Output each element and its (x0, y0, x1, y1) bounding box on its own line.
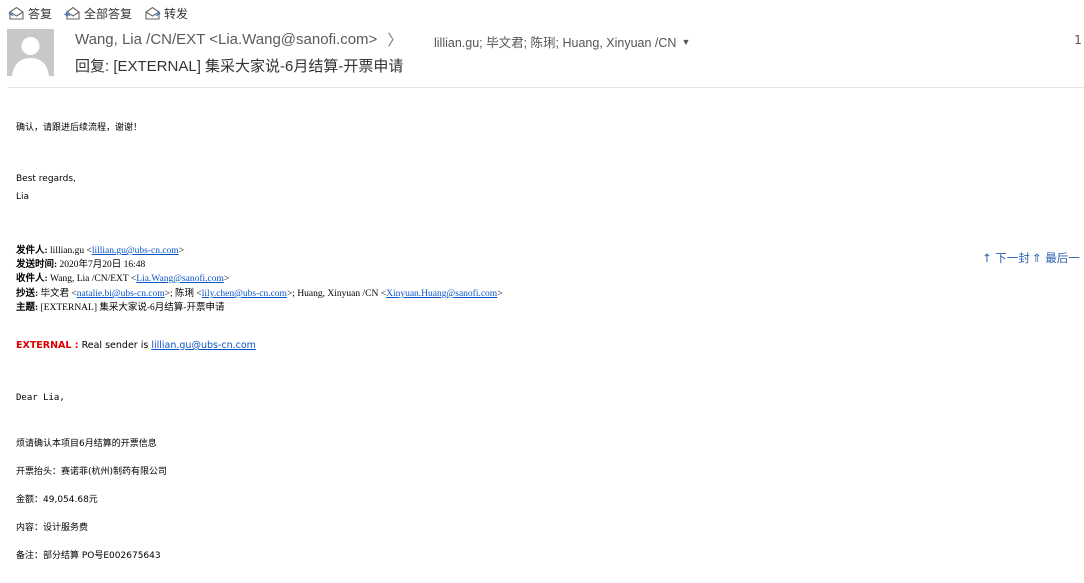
email-subject: 回复: [EXTERNAL] 集采大家说-6月结算-开票申请 (75, 58, 404, 75)
quoted-sent-label: 发送时间: (16, 260, 58, 270)
request-line: 烦请确认本项目6月结算的开票信息 (16, 439, 157, 449)
person-icon (12, 37, 49, 76)
quoted-from-label: 发件人: (16, 246, 48, 256)
quoted-from-close: > (178, 246, 185, 256)
real-sender-email-link[interactable]: lillian.gu@ubs-cn.com (151, 340, 256, 351)
avatar (7, 29, 54, 76)
reply-button[interactable]: 答复 (8, 5, 52, 22)
forward-icon (145, 6, 161, 20)
quoted-cc-sep1: >; 陈琍 < (164, 289, 202, 299)
confirm-line: 确认，请跟进后续流程，谢谢！ (16, 123, 143, 133)
quoted-to-email-link[interactable]: Lia.Wang@sanofi.com (136, 274, 224, 284)
quoted-from-email-link[interactable]: lillian.gu@ubs-cn.com (92, 246, 179, 256)
quoted-cc-label: 抄送: (16, 289, 39, 299)
quoted-to-name: Wang, Lia /CN/EXT < (50, 274, 137, 284)
content-line: 内容：设计服务费 (16, 523, 89, 533)
reply-all-button[interactable]: 全部答复 (64, 5, 132, 22)
remark-line: 备注：部分结算 PO号E002675643 (16, 551, 161, 561)
quoted-sent-line: 发送时间: 2020年7月20日 16:48 (16, 256, 145, 270)
chevron-right-icon[interactable]: 〉 (387, 29, 402, 50)
chevron-down-icon[interactable]: ▼ (681, 37, 690, 47)
quoted-sent-value: 2020年7月20日 16:48 (59, 260, 146, 270)
header-divider (8, 87, 1084, 88)
recipients-text: lillian.gu; 毕文君; 陈琍; Huang, Xinyuan /CN (434, 36, 677, 50)
quoted-from-name: lillian.gu < (50, 246, 92, 256)
quoted-cc-email-link-2[interactable]: lily.chen@ubs-cn.com (202, 289, 287, 299)
quoted-from-line: 发件人: lillian.gu <lillian.gu@ubs-cn.com> (16, 242, 184, 256)
sender-line: Wang, Lia /CN/EXT <Lia.Wang@sanofi.com> … (75, 29, 402, 49)
forward-label: 转发 (164, 6, 189, 21)
sender-name[interactable]: Wang, Lia /CN/EXT <Lia.Wang@sanofi.com> (75, 31, 377, 48)
regards-line: Best regards, (16, 174, 76, 184)
signature-line: Lia (16, 192, 30, 202)
reply-all-label: 全部答复 (84, 6, 133, 21)
external-label: EXTERNAL : (16, 340, 79, 351)
quoted-cc-sep2: >; Huang, Xinyuan /CN < (286, 289, 387, 299)
last-message-button[interactable]: ⇑ 最后一 (1032, 250, 1080, 266)
external-warning-line: EXTERNAL : Real sender is lillian.gu@ubs… (16, 340, 256, 351)
sent-time: 1 (1074, 32, 1082, 47)
quoted-subject-label: 主题: (16, 303, 39, 313)
recipients-line[interactable]: lillian.gu; 毕文君; 陈琍; Huang, Xinyuan /CN … (434, 32, 690, 51)
quoted-cc-email-link-3[interactable]: Xinyuan.Huang@sanofi.com (386, 289, 497, 299)
next-message-button[interactable]: ↑ 下一封 (982, 250, 1030, 266)
quoted-cc-name1: 毕文君 < (40, 289, 77, 299)
toolbar: 答复 全部答复 转发 (8, 4, 200, 22)
quoted-cc-close: > (497, 289, 503, 299)
quoted-cc-line: 抄送: 毕文君 <natalie.bi@ubs-cn.com>; 陈琍 <lil… (16, 285, 503, 299)
reply-icon (8, 6, 24, 20)
dear-line: Dear Lia, (16, 393, 65, 403)
external-text: Real sender is (81, 340, 149, 351)
quoted-to-line: 收件人: Wang, Lia /CN/EXT <Lia.Wang@sanofi.… (16, 270, 229, 284)
quoted-subject-line: 主题: [EXTERNAL] 集采大家说-6月结算-开票申请 (16, 299, 224, 313)
forward-button[interactable]: 转发 (144, 5, 188, 22)
quoted-to-close: > (223, 274, 230, 284)
reply-label: 答复 (28, 6, 53, 21)
reply-all-icon (64, 6, 80, 20)
amount-line: 金额：49,054.68元 (16, 495, 98, 505)
quoted-cc-email-link-1[interactable]: natalie.bi@ubs-cn.com (77, 289, 165, 299)
quoted-to-label: 收件人: (16, 274, 48, 284)
invoice-title-line: 开票抬头：赛诺菲(杭州)制药有限公司 (16, 467, 168, 477)
quoted-subject-value: [EXTERNAL] 集采大家说-6月结算-开票申请 (40, 303, 225, 313)
